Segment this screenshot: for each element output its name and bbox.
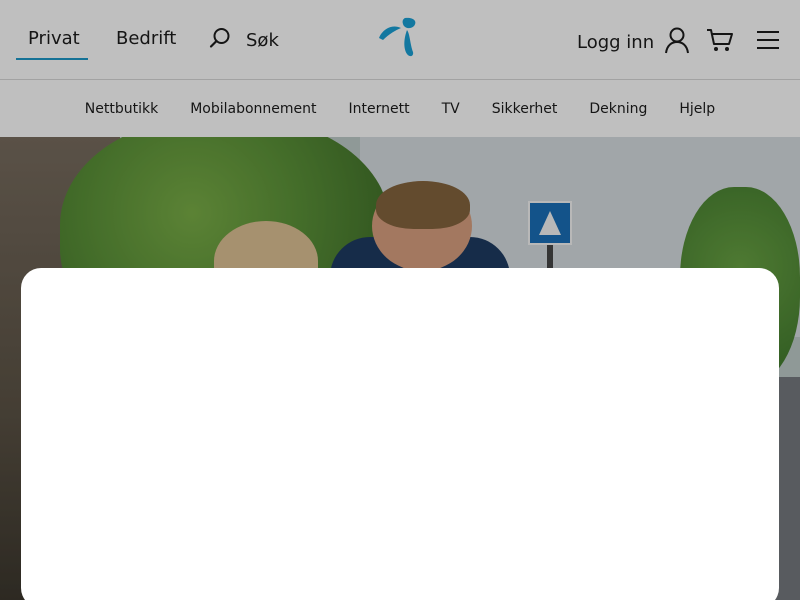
dim-overlay-header <box>0 0 800 137</box>
modal-dialog <box>21 268 779 600</box>
page: Privat Bedrift Søk Logg inn Nettbutikk M… <box>0 0 800 600</box>
